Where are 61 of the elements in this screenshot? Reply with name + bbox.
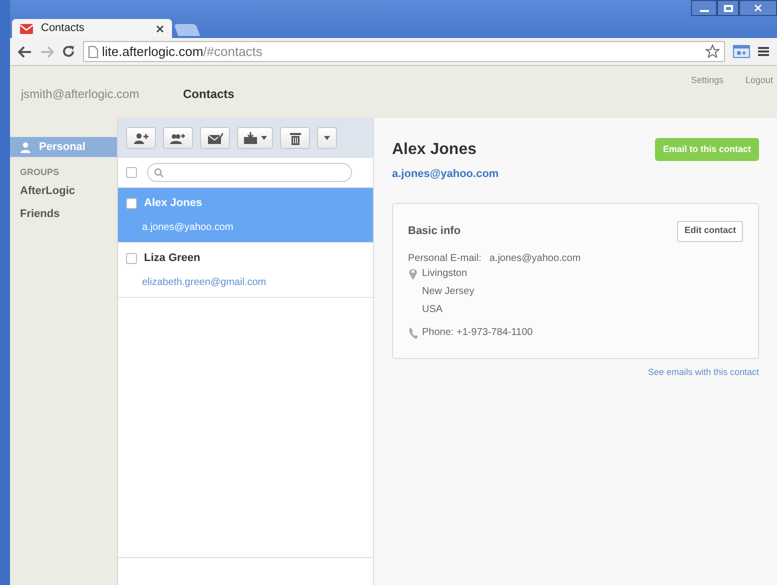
search-icon [154,168,164,178]
back-icon[interactable] [18,46,32,58]
account-email: jsmith@afterlogic.com [21,86,140,103]
contact-row[interactable]: Alex Jones a.jones@yahoo.com [118,188,373,243]
maximize-button[interactable] [717,0,739,16]
header-link[interactable]: Logout [745,74,773,88]
trash-icon [290,132,300,144]
envelope-icon [20,24,33,34]
sidebar-item[interactable]: Friends [10,204,117,226]
address-line: Livingston [422,266,468,280]
minimize-button[interactable] [691,0,717,16]
phone-text: Phone: +1-973-784-1100 [422,326,533,340]
import-button[interactable] [237,127,273,149]
add-contact-button[interactable] [126,127,156,149]
address-bar[interactable]: lite.afterlogic.com/#contacts [83,41,725,62]
field-label: Personal E-mail: [408,252,482,266]
search-field[interactable] [147,163,352,182]
see-emails-link[interactable]: See emails with this contact [648,366,759,379]
delete-button[interactable] [280,127,310,149]
edit-contact-button[interactable]: Edit contact [677,220,743,242]
sidebar-item[interactable]: Personal [10,137,117,157]
location-pin-icon [408,266,418,280]
page-icon [88,46,98,58]
email-button[interactable] [200,127,230,149]
tray-icon [244,132,256,144]
card-title: Basic info [408,224,461,239]
page-title: Contacts [183,86,234,103]
header-link[interactable]: Settings [690,74,724,88]
add-group-button[interactable] [163,127,193,149]
close-icon [754,4,762,12]
extension-icon[interactable] [733,45,750,58]
phone-icon [408,326,420,340]
sidebar-item[interactable]: AfterLogic [10,180,117,202]
caret-icon [324,136,330,140]
more-button[interactable] [317,127,337,149]
contact-name: Alex Jones [144,196,202,212]
contact-full-name: Alex Jones [392,140,478,160]
caret-icon [260,136,266,140]
url-text: lite.afterlogic.com/#contacts [102,42,264,61]
close-icon[interactable] [156,24,164,32]
close-button[interactable] [739,0,777,16]
add-person-icon [134,132,148,144]
reload-icon[interactable] [62,45,75,58]
menu-icon[interactable] [758,46,769,57]
person-icon [20,142,31,152]
contact-name: Liza Green [144,251,200,266]
envelope-icon [208,132,222,144]
contact-checkbox[interactable] [126,253,137,264]
add-people-icon [170,132,186,144]
contact-email-link[interactable]: a.jones@yahoo.com [392,166,499,182]
address-line: USA [422,302,444,316]
contact-email: elizabeth.green@gmail.com [142,276,268,290]
tab-title: Contacts [41,21,86,36]
browser-tab[interactable]: Contacts [12,19,172,38]
field-value: a.jones@yahoo.com [489,252,581,266]
contact-email: a.jones@yahoo.com [142,220,234,235]
star-icon[interactable] [705,44,720,59]
select-all-checkbox[interactable] [126,167,137,178]
groups-heading: GROUPS [20,166,60,179]
contact-checkbox[interactable] [126,198,137,209]
address-line: New Jersey [422,284,474,298]
